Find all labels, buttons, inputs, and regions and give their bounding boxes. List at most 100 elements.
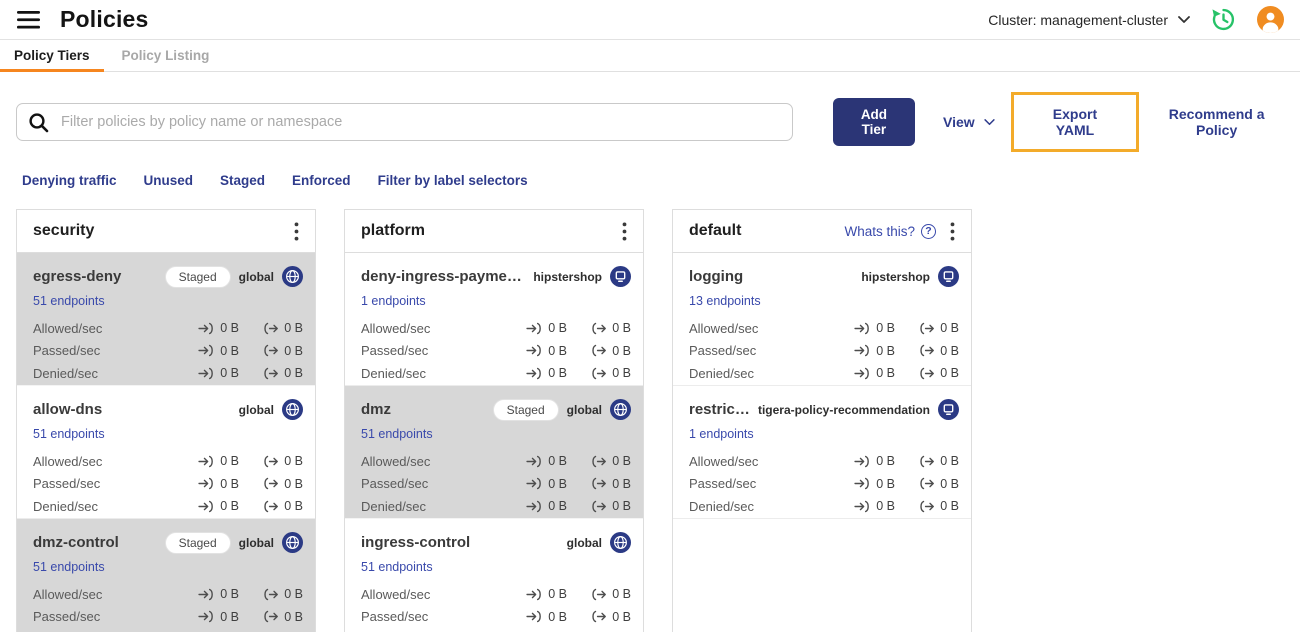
kebab-menu-icon[interactable] <box>616 220 633 243</box>
policy-name[interactable]: egress-deny <box>33 268 157 285</box>
ingress-value: 0 B <box>220 499 239 514</box>
policy-name[interactable]: deny-ingress-paymentservi… <box>361 268 525 285</box>
metric-label: Allowed/sec <box>361 453 431 469</box>
hamburger-menu-icon[interactable] <box>16 7 42 33</box>
policy-name[interactable]: ingress-control <box>361 534 559 551</box>
tier-column-platform: platform deny-ingress-paymentservi… hips… <box>344 209 644 632</box>
policy-card[interactable]: deny-ingress-paymentservi… hipstershop 1… <box>345 253 643 386</box>
metric-row: Denied/sec 0 B 0 B <box>33 628 303 632</box>
scope-label: tigera-policy-recommendation <box>757 402 930 417</box>
tier-header: default Whats this? ? <box>673 210 971 253</box>
ingress-icon <box>526 345 542 357</box>
metric-label: Allowed/sec <box>361 586 431 602</box>
metric-label: Denied/sec <box>361 365 427 381</box>
egress-icon <box>920 455 935 467</box>
ingress-value: 0 B <box>220 454 239 469</box>
metric-label: Denied/sec <box>689 498 755 514</box>
endpoints-link[interactable]: 51 endpoints <box>361 560 433 574</box>
egress-value: 0 B <box>940 476 959 491</box>
policy-card[interactable]: dmz-control Staged global 51 endpoints A… <box>17 519 315 632</box>
user-avatar[interactable] <box>1257 6 1284 33</box>
egress-value: 0 B <box>940 343 959 358</box>
metric-label: Passed/sec <box>361 609 429 625</box>
endpoints-link[interactable]: 51 endpoints <box>33 427 105 441</box>
recommend-policy-button[interactable]: Recommend a Policy <box>1149 106 1284 138</box>
filter-staged[interactable]: Staged <box>220 173 265 188</box>
endpoints-link[interactable]: 51 endpoints <box>361 427 433 441</box>
top-bar: Policies Cluster: management-cluster <box>0 0 1300 40</box>
metric-label: Denied/sec <box>33 498 99 514</box>
endpoints-link[interactable]: 51 endpoints <box>33 560 105 574</box>
ingress-icon <box>526 478 542 490</box>
filter-denying-traffic[interactable]: Denying traffic <box>22 173 117 188</box>
endpoints-link[interactable]: 1 endpoints <box>361 294 426 308</box>
metric-label: Allowed/sec <box>361 320 431 336</box>
export-yaml-button[interactable]: Export YAML <box>1010 92 1140 152</box>
endpoints-link[interactable]: 1 endpoints <box>689 427 754 441</box>
staged-badge: Staged <box>164 265 231 288</box>
history-icon[interactable] <box>1210 6 1237 33</box>
egress-value: 0 B <box>612 476 631 491</box>
cluster-selector-label: Cluster: management-cluster <box>988 11 1168 28</box>
metrics: Allowed/sec 0 B 0 B Passed/sec 0 B 0 B <box>33 317 303 385</box>
ingress-value: 0 B <box>220 343 239 358</box>
metric-row: Allowed/sec 0 B 0 B <box>33 583 303 606</box>
quick-filters: Denying traffic Unused Staged Enforced F… <box>22 173 1300 188</box>
policy-name[interactable]: allow-dns <box>33 401 231 418</box>
metric-row: Passed/sec 0 B 0 B <box>33 473 303 496</box>
kebab-menu-icon[interactable] <box>944 220 961 243</box>
view-dropdown-button[interactable]: View <box>943 114 995 130</box>
policy-card[interactable]: allow-dns global 51 endpoints Allowed/se… <box>17 386 315 519</box>
scope-label: global <box>238 269 274 284</box>
add-tier-button[interactable]: Add Tier <box>832 98 916 146</box>
egress-value: 0 B <box>612 499 631 514</box>
policy-name[interactable]: logging <box>689 268 853 285</box>
metric-row: Denied/sec 0 B 0 B <box>361 628 631 632</box>
whats-this-link[interactable]: Whats this? ? <box>844 223 936 239</box>
ingress-icon <box>198 500 214 512</box>
filter-by-label-selectors[interactable]: Filter by label selectors <box>378 173 528 188</box>
filter-enforced[interactable]: Enforced <box>292 173 351 188</box>
metrics: Allowed/sec 0 B 0 B Passed/sec 0 B 0 B <box>361 583 631 632</box>
tier-header: security <box>17 210 315 253</box>
endpoints-link[interactable]: 51 endpoints <box>33 294 105 308</box>
policy-card[interactable]: restricted tigera-policy-recommendation … <box>673 386 971 519</box>
search-input[interactable] <box>17 104 792 140</box>
policy-card[interactable]: ingress-control global 51 endpoints Allo… <box>345 519 643 632</box>
egress-icon <box>920 345 935 357</box>
tab-policy-listing[interactable]: Policy Listing <box>108 40 224 71</box>
tab-policy-tiers[interactable]: Policy Tiers <box>0 40 104 72</box>
global-scope-icon <box>282 399 303 420</box>
metric-row: Passed/sec 0 B 0 B <box>361 340 631 363</box>
ingress-value: 0 B <box>548 454 567 469</box>
metric-row: Passed/sec 0 B 0 B <box>361 606 631 629</box>
egress-icon <box>592 345 607 357</box>
egress-value: 0 B <box>284 587 303 602</box>
egress-icon <box>592 322 607 334</box>
policy-card[interactable]: egress-deny Staged global 51 endpoints A… <box>17 253 315 386</box>
egress-icon <box>920 322 935 334</box>
endpoints-link[interactable]: 13 endpoints <box>689 294 761 308</box>
ingress-icon <box>854 455 870 467</box>
cluster-selector[interactable]: Cluster: management-cluster <box>988 12 1190 28</box>
policy-card[interactable]: dmz Staged global 51 endpoints Allowed/s… <box>345 386 643 519</box>
policy-name[interactable]: restricted <box>689 401 750 418</box>
ingress-value: 0 B <box>548 343 567 358</box>
metric-label: Allowed/sec <box>689 320 759 336</box>
scope-label: global <box>238 535 274 550</box>
policy-card[interactable]: logging hipstershop 13 endpoints Allowed… <box>673 253 971 386</box>
filter-unused[interactable]: Unused <box>144 173 194 188</box>
tier-cards: logging hipstershop 13 endpoints Allowed… <box>673 253 971 519</box>
ingress-icon <box>526 367 542 379</box>
ingress-icon <box>854 500 870 512</box>
metric-row: Allowed/sec 0 B 0 B <box>689 317 959 340</box>
metrics: Allowed/sec 0 B 0 B Passed/sec 0 B 0 B <box>33 450 303 518</box>
policy-name[interactable]: dmz-control <box>33 534 157 551</box>
egress-value: 0 B <box>284 366 303 381</box>
egress-icon <box>592 478 607 490</box>
policy-name[interactable]: dmz <box>361 401 485 418</box>
egress-value: 0 B <box>284 499 303 514</box>
kebab-menu-icon[interactable] <box>288 220 305 243</box>
ingress-icon <box>198 455 214 467</box>
tier-column-default: default Whats this? ? logging hipstersho… <box>672 209 972 632</box>
